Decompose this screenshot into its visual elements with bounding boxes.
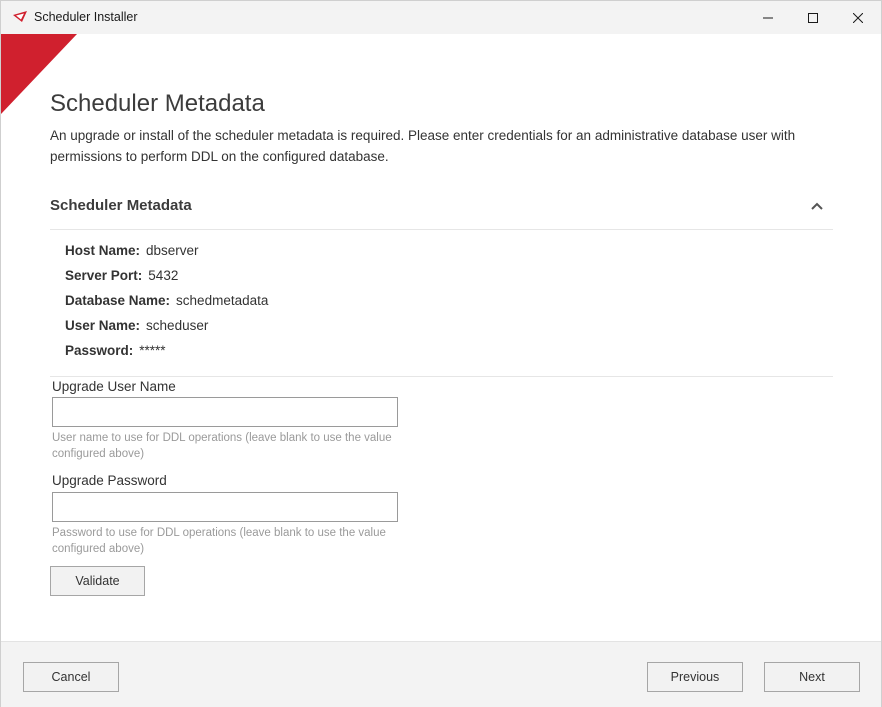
section-header[interactable]: Scheduler Metadata: [50, 189, 833, 230]
minimize-button[interactable]: [745, 1, 791, 34]
close-icon: [853, 12, 863, 23]
info-row-password: Password: *****: [65, 341, 268, 366]
cancel-button[interactable]: Cancel: [23, 662, 119, 692]
minimize-icon: [763, 17, 773, 18]
info-value: dbserver: [146, 243, 199, 258]
maximize-button[interactable]: [790, 1, 836, 34]
info-row-port: Server Port: 5432: [65, 266, 268, 291]
installer-window: Scheduler Installer Scheduler Metadata A…: [0, 0, 882, 707]
info-row-user: User Name: scheduser: [65, 316, 268, 341]
info-label: Database Name:: [65, 293, 171, 308]
upgrade-user-help: User name to use for DDL operations (lea…: [52, 432, 392, 460]
chevron-up-icon[interactable]: [810, 200, 824, 212]
info-row-database: Database Name: schedmetadata: [65, 291, 268, 316]
info-label: Password:: [65, 343, 134, 358]
page-title: Scheduler Metadata: [50, 90, 265, 117]
info-value: *****: [139, 343, 166, 358]
upgrade-user-input[interactable]: [52, 397, 398, 427]
info-value: schedmetadata: [176, 293, 269, 308]
title-bar[interactable]: Scheduler Installer: [1, 1, 881, 34]
upgrade-user-label: Upgrade User Name: [52, 379, 176, 394]
close-button[interactable]: [835, 1, 881, 34]
window-title: Scheduler Installer: [34, 10, 138, 24]
validate-button[interactable]: Validate: [50, 566, 145, 596]
connection-info-list: Host Name: dbserver Server Port: 5432 Data…: [65, 241, 268, 366]
info-value: 5432: [148, 268, 179, 283]
upgrade-password-label: Upgrade Password: [52, 473, 167, 488]
upgrade-password-help: Password to use for DDL operations (leav…: [52, 527, 386, 555]
previous-button[interactable]: Previous: [647, 662, 743, 692]
info-label: User Name:: [65, 318, 141, 333]
upgrade-password-input[interactable]: [52, 492, 398, 522]
section-title: Scheduler Metadata: [50, 197, 192, 214]
info-label: Host Name:: [65, 243, 141, 258]
app-logo-icon: [13, 11, 27, 22]
next-button[interactable]: Next: [764, 662, 860, 692]
maximize-icon: [808, 12, 818, 23]
footer-bar: Cancel Previous Next: [1, 641, 881, 707]
section-divider: [50, 376, 833, 377]
info-row-host: Host Name: dbserver: [65, 241, 268, 266]
info-label: Server Port:: [65, 268, 143, 283]
info-value: scheduser: [146, 318, 209, 333]
page-description: An upgrade or install of the scheduler m…: [50, 128, 796, 164]
